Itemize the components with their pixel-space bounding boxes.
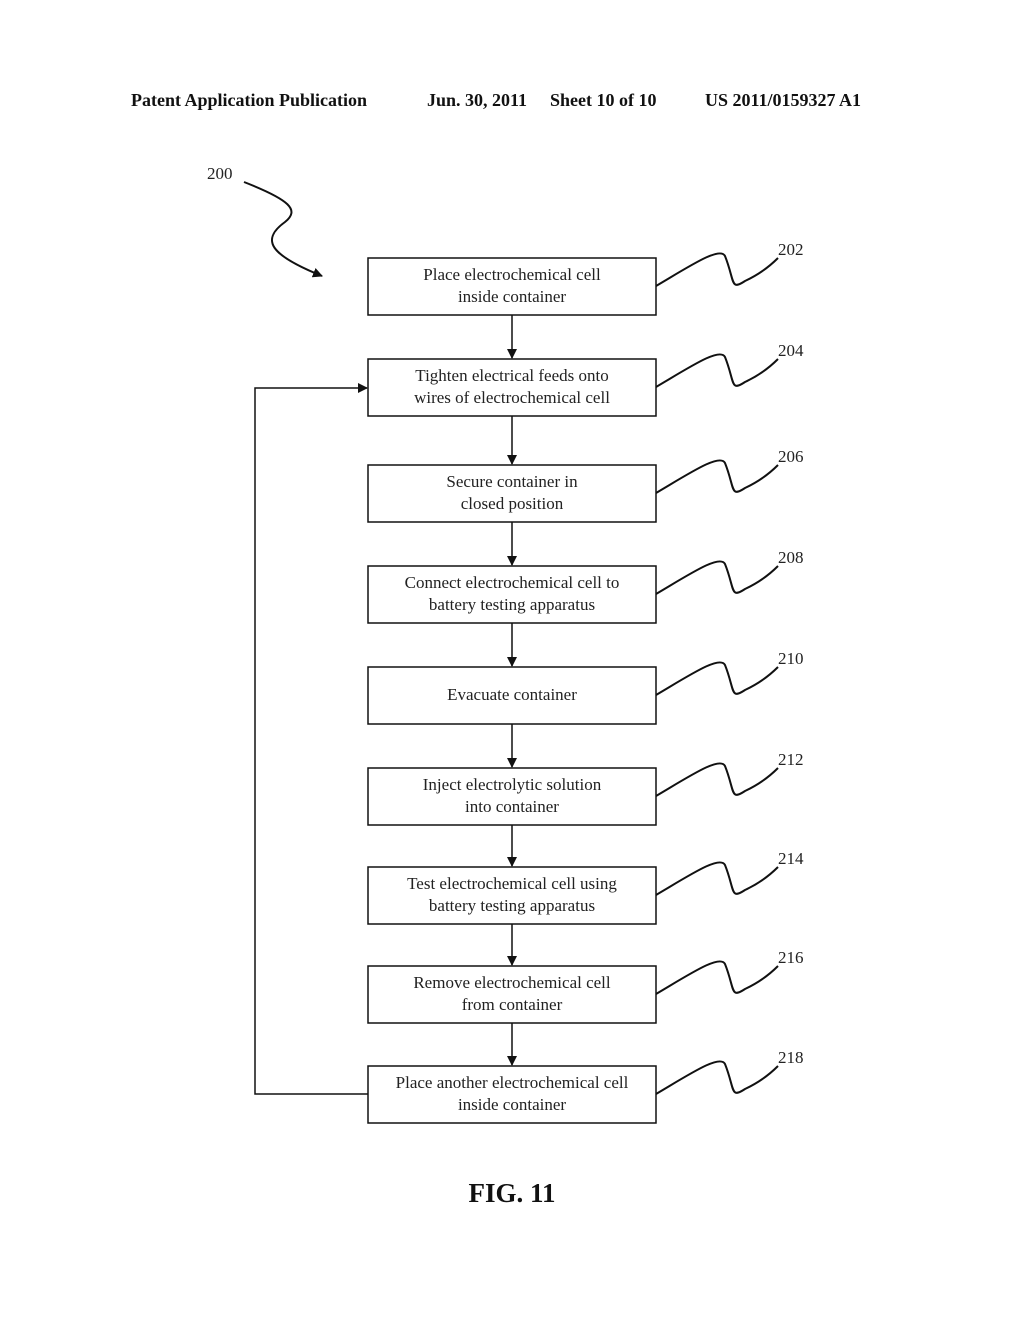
leader-line-218 (655, 1060, 779, 1095)
leader-line-216 (655, 960, 779, 995)
step-line1: Place electrochemical cell (423, 265, 601, 284)
step-ref-218: 218 (778, 1048, 804, 1067)
step-label-212: Inject electrolytic solution into contain… (368, 774, 656, 818)
step-line1: Inject electrolytic solution (422, 775, 602, 794)
step-line1: Tighten electrical feeds onto (415, 366, 609, 385)
step-line1: Evacuate container (447, 685, 577, 704)
step-ref-214: 214 (778, 849, 804, 868)
step-line2: into container (465, 797, 559, 816)
step-label-206: Secure container in closed position (368, 471, 656, 515)
step-line2: from container (461, 995, 563, 1014)
figure-ref-label: 200 (207, 164, 233, 183)
figure-caption: FIG. 11 (468, 1178, 556, 1208)
step-label-208: Connect electrochemical cell to battery t… (368, 572, 656, 616)
leader-line-212 (655, 762, 779, 797)
leader-line-204 (655, 353, 779, 388)
step-ref-206: 206 (778, 447, 804, 466)
step-line2: inside container (457, 287, 567, 306)
step-line1: Secure container in (446, 472, 578, 491)
leader-line-214 (655, 861, 779, 896)
step-label-204: Tighten electrical feeds onto wires of el… (368, 365, 656, 409)
step-ref-202: 202 (778, 240, 804, 259)
step-ref-212: 212 (778, 750, 804, 769)
step-line2: battery testing apparatus (428, 896, 596, 915)
leader-line-210 (655, 661, 779, 696)
step-label-210: Evacuate container (368, 684, 656, 706)
leader-line-202 (655, 252, 779, 287)
leader-line-208 (655, 560, 779, 595)
step-label-218: Place another electrochemical cell inside… (368, 1072, 656, 1116)
figure-pointer-arrow (243, 181, 323, 278)
step-line2: inside container (457, 1095, 567, 1114)
step-ref-208: 208 (778, 548, 804, 567)
step-ref-204: 204 (778, 341, 804, 360)
step-label-216: Remove electrochemical cell from containe… (368, 972, 656, 1016)
step-ref-210: 210 (778, 649, 804, 668)
step-label-214: Test electrochemical cell using battery t… (368, 873, 656, 917)
loop-back-arrow (254, 383, 368, 1095)
flowchart (243, 181, 779, 1124)
leader-line-206 (655, 459, 779, 494)
step-line2: wires of electrochemical cell (414, 388, 610, 407)
step-line1: Remove electrochemical cell (413, 973, 611, 992)
step-line1: Test electrochemical cell using (407, 874, 617, 893)
step-ref-216: 216 (778, 948, 804, 967)
step-line2: battery testing apparatus (428, 595, 596, 614)
step-line1: Connect electrochemical cell to (404, 573, 620, 592)
step-line2: closed position (460, 494, 564, 513)
step-label-202: Place electrochemical cell inside contain… (368, 264, 656, 308)
step-line1: Place another electrochemical cell (395, 1073, 629, 1092)
